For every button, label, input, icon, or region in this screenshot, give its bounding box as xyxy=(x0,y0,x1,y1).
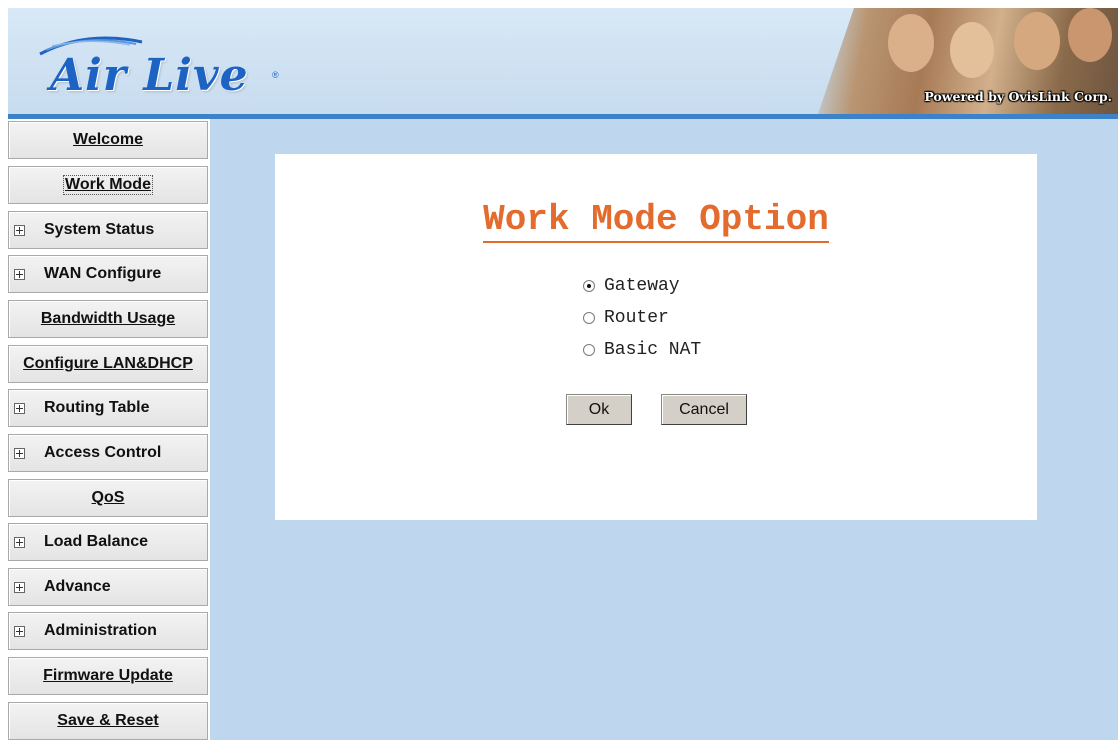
person-2 xyxy=(950,22,994,78)
registered-mark: ® xyxy=(272,70,279,80)
sidebar-item-label: Advance xyxy=(44,578,111,595)
sidebar-item-configure-lan-dhcp[interactable]: Configure LAN&DHCP xyxy=(8,345,208,383)
radio-basic-nat[interactable] xyxy=(583,344,595,356)
header-banner: Air Live ® Powered by OvisLink Corp. xyxy=(8,8,1118,114)
person-4 xyxy=(1068,8,1112,62)
sidebar-item-save-reset[interactable]: Save & Reset xyxy=(8,702,208,740)
page-title: Work Mode Option xyxy=(275,199,1037,243)
sidebar-item-label: Firmware Update xyxy=(43,667,173,684)
person-1 xyxy=(888,14,934,72)
sidebar-item-bandwidth-usage[interactable]: Bandwidth Usage xyxy=(8,300,208,338)
expand-plus-icon[interactable] xyxy=(14,402,25,414)
sidebar-item-label: Work Mode xyxy=(63,175,153,195)
sidebar-item-welcome[interactable]: Welcome xyxy=(8,121,208,159)
sidebar-item-system-status[interactable]: System Status xyxy=(8,211,208,249)
expand-plus-icon[interactable] xyxy=(14,581,25,593)
powered-by-text: Powered by OvisLink Corp. xyxy=(924,89,1112,104)
sidebar-item-label: WAN Configure xyxy=(44,265,162,282)
ok-button[interactable]: Ok xyxy=(566,394,632,425)
option-router[interactable]: Router xyxy=(583,308,669,328)
expand-plus-icon[interactable] xyxy=(14,224,25,236)
sidebar-item-label: Bandwidth Usage xyxy=(40,310,176,327)
expand-plus-icon[interactable] xyxy=(14,268,25,280)
sidebar-item-advance[interactable]: Advance xyxy=(8,568,208,606)
option-label: Gateway xyxy=(604,276,680,296)
sidebar-item-label: Save & Reset xyxy=(57,712,159,729)
sidebar-item-label: Administration xyxy=(44,622,157,639)
option-gateway[interactable]: Gateway xyxy=(583,276,680,296)
option-label: Router xyxy=(604,308,669,328)
sidebar-item-administration[interactable]: Administration xyxy=(8,612,208,650)
sidebar-item-wan-configure[interactable]: WAN Configure xyxy=(8,255,208,293)
radio-router[interactable] xyxy=(583,312,595,324)
sidebar-item-label: QoS xyxy=(91,489,125,506)
option-label: Basic NAT xyxy=(604,340,702,360)
page-title-text: Work Mode Option xyxy=(483,199,829,243)
cancel-button[interactable]: Cancel xyxy=(661,394,747,425)
person-3 xyxy=(1014,12,1060,70)
sidebar-item-firmware-update[interactable]: Firmware Update xyxy=(8,657,208,695)
sidebar-item-qos[interactable]: QoS xyxy=(8,479,208,517)
expand-plus-icon[interactable] xyxy=(14,625,25,637)
sidebar-item-load-balance[interactable]: Load Balance xyxy=(8,523,208,561)
sidebar-item-label: Welcome xyxy=(73,131,143,148)
expand-plus-icon[interactable] xyxy=(14,536,25,548)
sidebar-item-work-mode[interactable]: Work Mode xyxy=(8,166,208,204)
sidebar-item-routing-table[interactable]: Routing Table xyxy=(8,389,208,427)
sidebar-item-label: System Status xyxy=(44,221,155,238)
work-mode-panel: Work Mode Option Gateway Router Basic NA… xyxy=(275,154,1037,520)
airlive-logo: Air Live xyxy=(50,50,249,101)
option-basic-nat[interactable]: Basic NAT xyxy=(583,340,701,360)
sidebar-item-label: Configure LAN&DHCP xyxy=(23,355,193,372)
sidebar-item-label: Routing Table xyxy=(44,399,150,416)
expand-plus-icon[interactable] xyxy=(14,447,25,459)
sidebar-item-label: Load Balance xyxy=(44,533,149,550)
sidebar-item-label: Access Control xyxy=(44,444,162,461)
sidebar-item-access-control[interactable]: Access Control xyxy=(8,434,208,472)
main-content: Work Mode Option Gateway Router Basic NA… xyxy=(210,119,1118,740)
radio-gateway[interactable] xyxy=(583,280,595,292)
